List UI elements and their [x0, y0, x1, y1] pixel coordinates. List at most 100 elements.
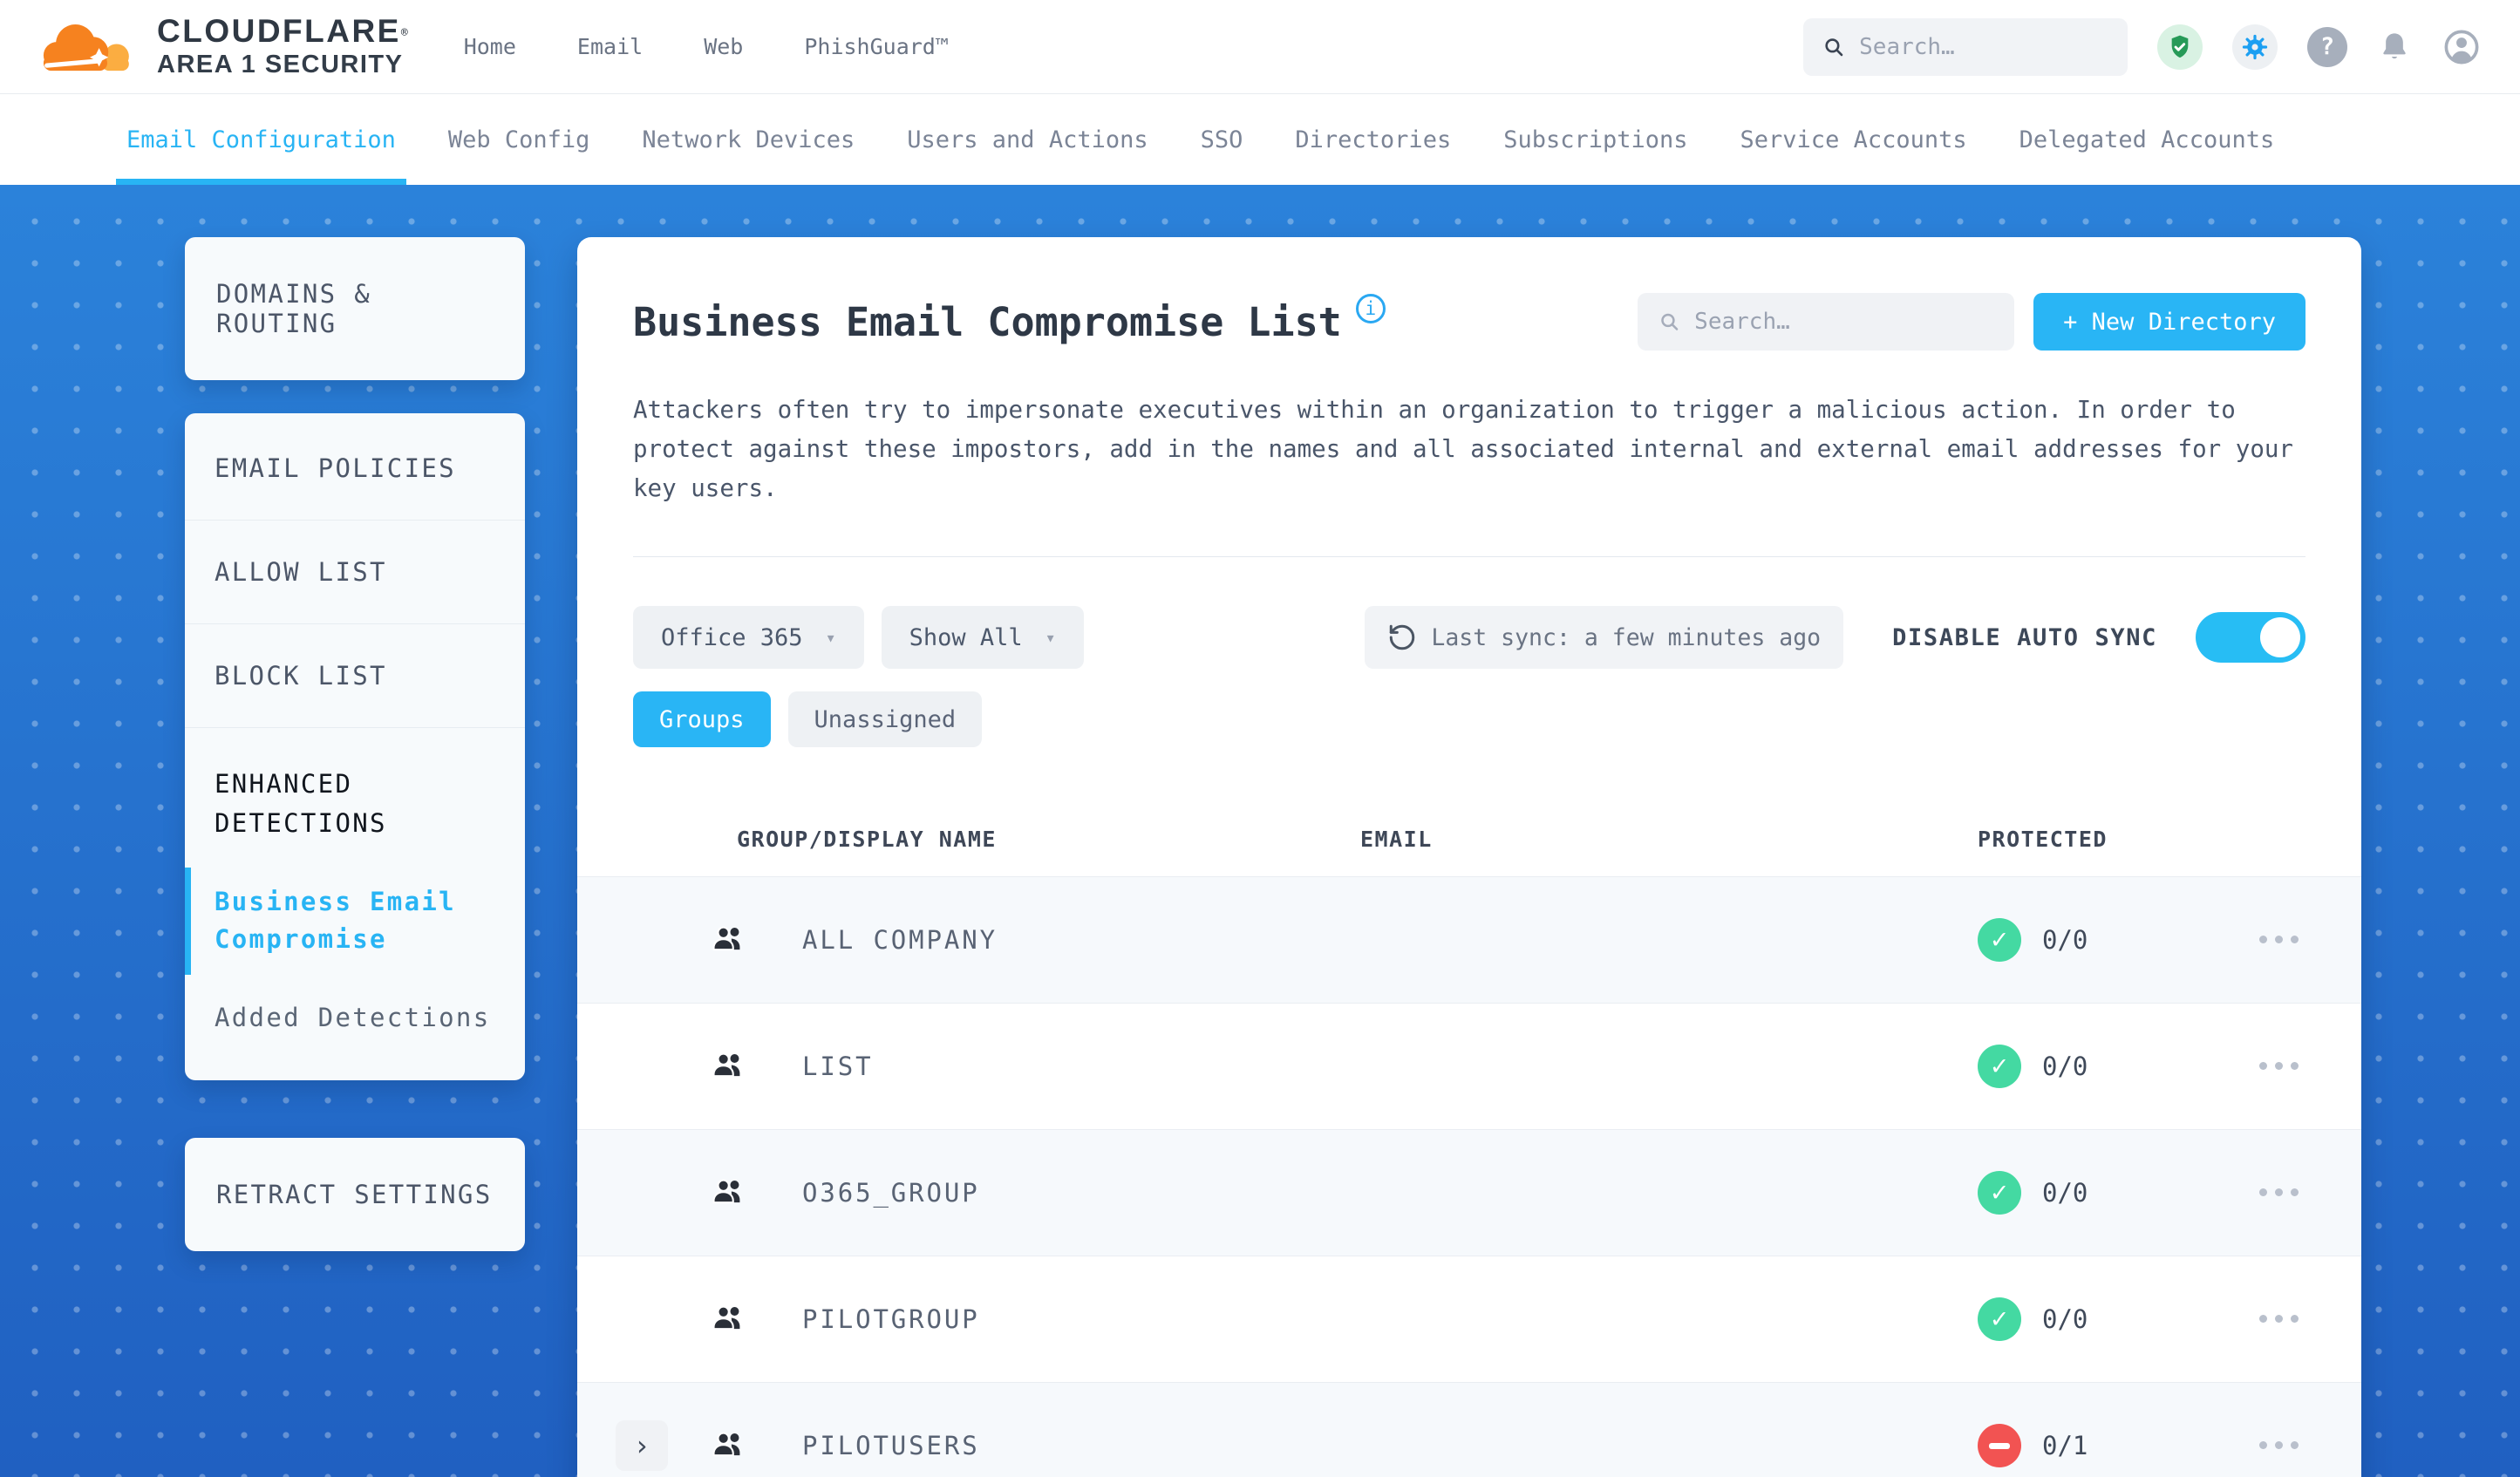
ellipsis-icon [2255, 934, 2302, 947]
sidebar-item-email-policies[interactable]: EMAIL POLICIES [185, 417, 525, 520]
tab-delegated-accounts[interactable]: Delegated Accounts [2019, 94, 2275, 185]
chevron-right-icon: › [633, 1429, 650, 1463]
main-panel: Business Email Compromise List i + New D… [577, 237, 2361, 1477]
last-sync-button[interactable]: Last sync: a few minutes ago [1365, 606, 1844, 670]
protected-count: 0/1 [2042, 1431, 2088, 1461]
panel-header: Business Email Compromise List i + New D… [633, 293, 2305, 351]
groups-table: GROUP/DISPLAY NAME EMAIL PROTECTED ALL C… [577, 801, 2361, 1477]
protected-status-icon: ✓ [1978, 1171, 2021, 1215]
sidebar-item-allow-list[interactable]: ALLOW LIST [185, 520, 525, 623]
shield-check-icon [2171, 35, 2189, 58]
protected-count: 0/0 [2042, 1178, 2088, 1208]
row-menu-button[interactable] [2246, 1178, 2311, 1208]
search-icon [1661, 313, 1679, 330]
ellipsis-icon [2255, 1187, 2302, 1200]
row-menu-button[interactable] [2246, 1431, 2311, 1461]
row-menu-button[interactable] [2246, 1304, 2311, 1335]
top-bar: CLOUDFLARE® AREA 1 SECURITY Home Email W… [0, 0, 2520, 94]
notifications-button[interactable] [2377, 30, 2412, 65]
gear-icon [2242, 34, 2268, 59]
protected-cell: ✓ 0/0 [1978, 1045, 2196, 1089]
search-icon [1825, 37, 1843, 56]
caret-down-icon: ▾ [1045, 627, 1056, 649]
tab-network-devices[interactable]: Network Devices [642, 94, 855, 185]
toggle-knob [2260, 617, 2300, 658]
table-row[interactable]: LIST ✓ 0/0 [577, 1003, 2361, 1129]
group-name: PILOTUSERS [802, 1431, 980, 1461]
group-name: ALL COMPANY [802, 925, 998, 956]
table-row[interactable]: ALL COMPANY ✓ 0/0 [577, 876, 2361, 1004]
top-bar-actions: ? [1803, 17, 2482, 76]
table-row[interactable]: O365_GROUP ✓ 0/0 [577, 1129, 2361, 1256]
sidebar-email-policies-card: EMAIL POLICIES ALLOW LIST BLOCK LIST ENH… [185, 413, 525, 1081]
group-name: O365_GROUP [802, 1178, 980, 1208]
tab-directories[interactable]: Directories [1295, 94, 1451, 185]
group-icon [712, 1180, 740, 1204]
cloudflare-cloud-icon [43, 24, 129, 71]
controls-row: Office 365 ▾ Show All ▾ Last sync: a few… [633, 606, 2305, 670]
protected-cell: ✓ 0/0 [1978, 918, 2196, 963]
info-icon[interactable]: i [1355, 294, 1386, 323]
new-directory-button[interactable]: + New Directory [2033, 293, 2305, 351]
tab-service-accounts[interactable]: Service Accounts [1740, 94, 1967, 185]
sidebar-item-retract-settings[interactable]: RETRACT SETTINGS [185, 1138, 525, 1252]
group-name: PILOTGROUP [802, 1304, 980, 1335]
column-header-protected: PROTECTED [1978, 826, 2108, 852]
show-filter-dropdown[interactable]: Show All ▾ [881, 606, 1084, 670]
protected-count: 0/0 [2042, 1052, 2088, 1082]
section-tab-bar: Email Configuration Web Config Network D… [0, 94, 2520, 185]
directory-filter-dropdown[interactable]: Office 365 ▾ [633, 606, 864, 670]
unassigned-pill[interactable]: Unassigned [787, 691, 983, 748]
auto-sync-toggle[interactable] [2196, 612, 2305, 664]
protected-cell: ✓ 0/0 [1978, 1171, 2196, 1215]
column-header-group: GROUP/DISPLAY NAME [737, 826, 997, 852]
table-body: ALL COMPANY ✓ 0/0 LIST ✓ 0/0 O365_GROUP … [577, 876, 2361, 1477]
row-menu-button[interactable] [2246, 1052, 2311, 1082]
ellipsis-icon [2255, 1440, 2302, 1453]
caret-down-icon: ▾ [825, 627, 836, 649]
row-menu-button[interactable] [2246, 925, 2311, 956]
expand-row-button[interactable]: › [616, 1420, 668, 1472]
protected-cell: ✓ 0/0 [1978, 1297, 2196, 1342]
tab-web-config[interactable]: Web Config [448, 94, 590, 185]
security-status-badge[interactable] [2157, 24, 2203, 70]
sidebar-item-domains-routing[interactable]: DOMAINS & ROUTING [185, 237, 525, 380]
protected-count: 0/0 [2042, 1304, 2088, 1335]
protected-status-icon: ✓ [1978, 918, 2021, 963]
protected-cell: ✓ 0/1 [1978, 1424, 2196, 1468]
divider [633, 556, 2305, 558]
sidebar-item-added-detections[interactable]: Added Detections [185, 977, 525, 1081]
ellipsis-icon [2255, 1313, 2302, 1326]
protected-status-icon: ✓ [1978, 1424, 2021, 1468]
groups-pill[interactable]: Groups [633, 691, 771, 748]
bell-icon [2383, 32, 2406, 58]
protected-status-icon: ✓ [1978, 1297, 2021, 1342]
global-search[interactable] [1803, 17, 2128, 76]
registered-mark: ® [400, 26, 408, 40]
protected-count: 0/0 [2042, 925, 2088, 956]
tab-users-and-actions[interactable]: Users and Actions [907, 94, 1148, 185]
table-row[interactable]: PILOTGROUP ✓ 0/0 [577, 1256, 2361, 1382]
global-search-input[interactable] [1859, 33, 2108, 60]
sidebar-item-block-list[interactable]: BLOCK LIST [185, 623, 525, 727]
nav-email[interactable]: Email [577, 34, 643, 59]
tab-sso[interactable]: SSO [1201, 94, 1243, 185]
nav-home[interactable]: Home [464, 34, 516, 59]
list-search[interactable] [1638, 293, 2015, 351]
cloudflare-logo: CLOUDFLARE® AREA 1 SECURITY [38, 13, 408, 81]
account-button[interactable] [2442, 27, 2482, 67]
tab-email-configuration[interactable]: Email Configuration [116, 94, 406, 185]
list-search-input[interactable] [1694, 309, 1994, 335]
settings-button[interactable] [2232, 24, 2278, 70]
content-area: DOMAINS & ROUTING EMAIL POLICIES ALLOW L… [0, 185, 2520, 1477]
sidebar-item-business-email-compromise[interactable]: Business Email Compromise [185, 866, 525, 977]
brand-name: CLOUDFLARE® [157, 12, 408, 49]
group-name: LIST [802, 1052, 874, 1082]
sidebar-item-enhanced-detections[interactable]: ENHANCED DETECTIONS [185, 727, 525, 866]
table-row[interactable]: › PILOTUSERS ✓ 0/1 [577, 1382, 2361, 1477]
help-button[interactable]: ? [2307, 26, 2347, 67]
nav-phishguard[interactable]: PhishGuard™ [804, 34, 949, 59]
nav-web[interactable]: Web [704, 34, 743, 59]
auto-sync-label: DISABLE AUTO SYNC [1892, 623, 2157, 651]
tab-subscriptions[interactable]: Subscriptions [1503, 94, 1687, 185]
